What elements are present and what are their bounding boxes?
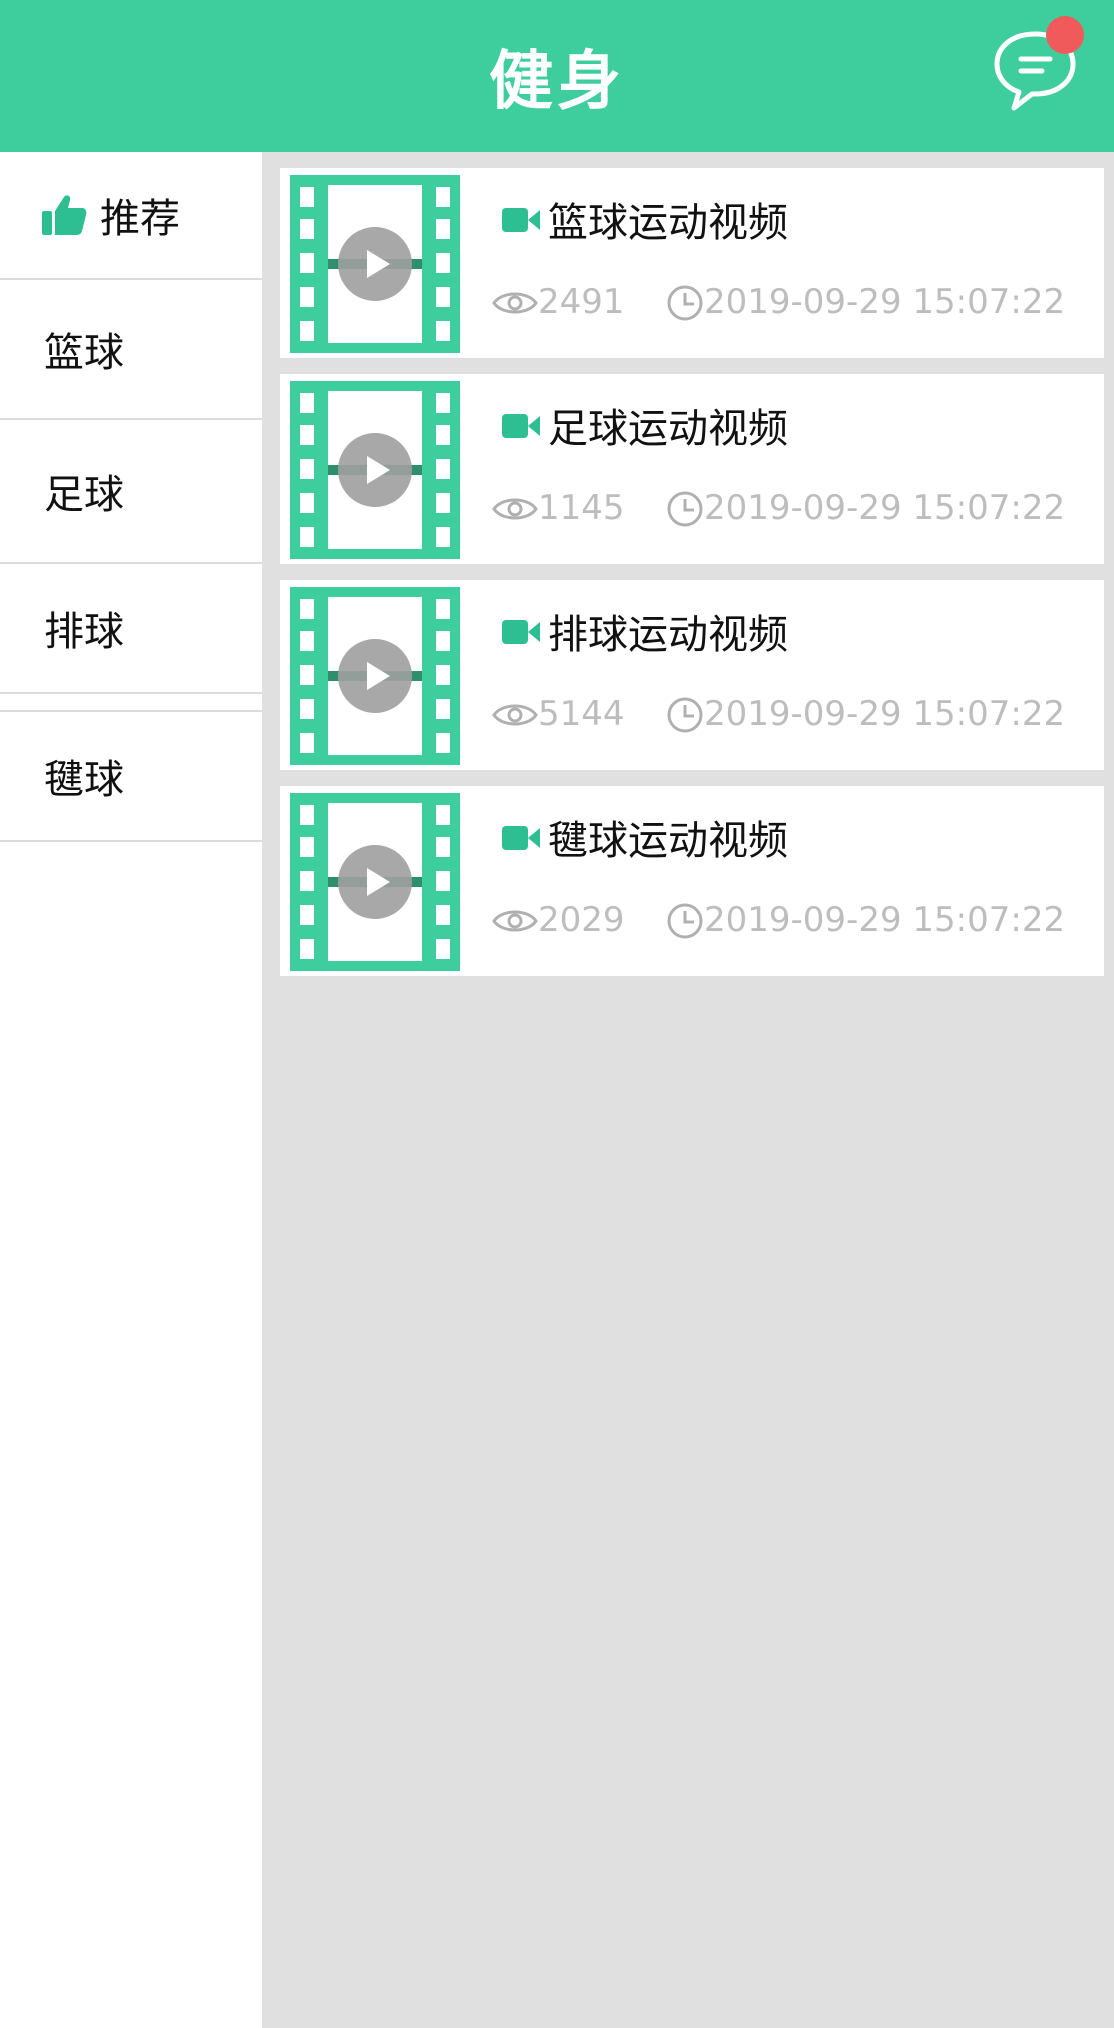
view-count: 2491 (538, 282, 625, 322)
video-title: 毽球运动视频 (548, 818, 788, 864)
video-camera-icon (502, 620, 540, 644)
sidebar-item-label: 排球 (44, 609, 124, 655)
sidebar-item-label: 篮球 (44, 330, 124, 376)
film-play-icon (290, 175, 460, 353)
view-count: 1145 (538, 488, 625, 528)
sidebar-item-recommend[interactable]: 推荐 (0, 152, 262, 280)
publish-time: 2019-09-29 15:07:22 (704, 282, 1066, 322)
video-card[interactable]: 足球运动视频 1145 2019-09-29 15:07:22 (280, 374, 1104, 564)
video-thumbnail[interactable] (290, 793, 460, 971)
sidebar-item-football[interactable]: 足球 (0, 420, 262, 564)
sidebar-item-volleyball[interactable]: 排球 (0, 564, 262, 694)
video-card[interactable]: 排球运动视频 5144 2019-09-29 15:07:22 (280, 580, 1104, 770)
sidebar-item-label: 足球 (44, 472, 124, 518)
messages-button[interactable] (992, 16, 1084, 114)
sidebar-item-shuttlecock[interactable]: 毽球 (0, 710, 262, 842)
eye-icon (492, 292, 538, 314)
film-play-icon (290, 381, 460, 559)
publish-time: 2019-09-29 15:07:22 (704, 488, 1066, 528)
sidebar-item-label: 推荐 (100, 196, 180, 242)
film-play-icon (290, 587, 460, 765)
video-thumbnail[interactable] (290, 175, 460, 353)
page-title: 健身 (489, 45, 625, 119)
publish-time: 2019-09-29 15:07:22 (704, 694, 1066, 734)
video-camera-icon (502, 826, 540, 850)
category-sidebar: 推荐 篮球 足球 排球 毽球 (0, 152, 262, 2028)
publish-time: 2019-09-29 15:07:22 (704, 900, 1066, 940)
video-title: 足球运动视频 (548, 406, 788, 452)
video-camera-icon (502, 414, 540, 438)
eye-icon (492, 498, 538, 520)
view-count: 5144 (538, 694, 625, 734)
clock-icon (667, 903, 703, 939)
clock-icon (667, 491, 703, 527)
notification-badge (1046, 16, 1084, 54)
app-header: 健身 (0, 0, 1114, 152)
eye-icon (492, 704, 538, 726)
video-camera-icon (502, 208, 540, 232)
video-title: 排球运动视频 (548, 612, 788, 658)
film-play-icon (290, 793, 460, 971)
sidebar-item-basketball[interactable]: 篮球 (0, 280, 262, 420)
video-list: 篮球运动视频 2491 2019-09-29 15:07:22 足球运动视频 1… (262, 152, 1114, 2028)
video-thumbnail[interactable] (290, 381, 460, 559)
video-card[interactable]: 毽球运动视频 2029 2019-09-29 15:07:22 (280, 786, 1104, 976)
video-title: 篮球运动视频 (548, 200, 788, 246)
video-card[interactable]: 篮球运动视频 2491 2019-09-29 15:07:22 (280, 168, 1104, 358)
sidebar-item-label: 毽球 (44, 757, 124, 803)
clock-icon (667, 697, 703, 733)
clock-icon (667, 285, 703, 321)
video-thumbnail[interactable] (290, 587, 460, 765)
thumbs-up-icon (42, 195, 87, 235)
eye-icon (492, 910, 538, 932)
view-count: 2029 (538, 900, 625, 940)
